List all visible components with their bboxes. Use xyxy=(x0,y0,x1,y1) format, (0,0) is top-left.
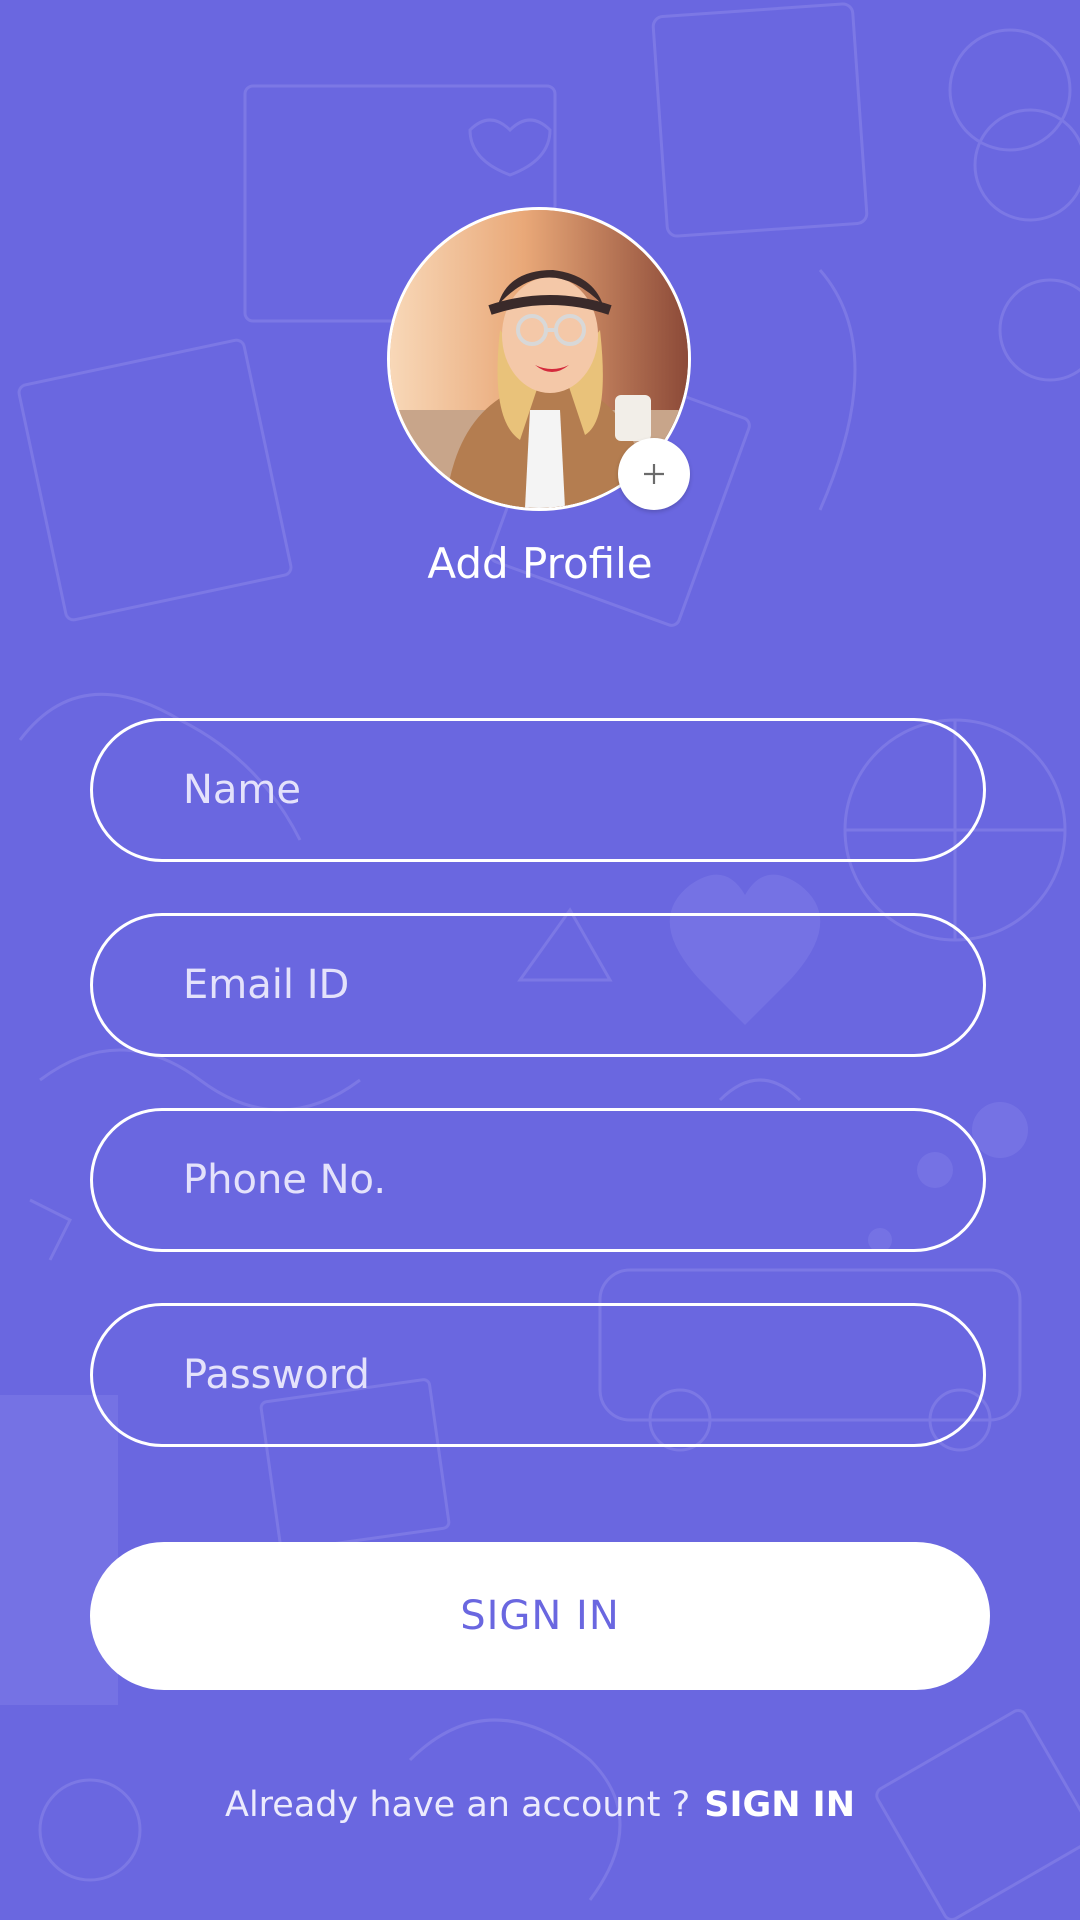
password-input[interactable] xyxy=(181,1351,983,1399)
name-input[interactable] xyxy=(181,766,983,814)
phone-input[interactable] xyxy=(181,1156,983,1204)
plus-icon xyxy=(644,464,664,484)
email-input[interactable] xyxy=(181,961,983,1009)
profile-photo-area xyxy=(387,207,691,511)
footer-prompt-text: Already have an account ? xyxy=(225,1785,691,1825)
phone-field[interactable] xyxy=(90,1108,986,1252)
add-photo-button[interactable] xyxy=(618,438,690,510)
name-field[interactable] xyxy=(90,718,986,862)
sign-in-button[interactable]: SIGN IN xyxy=(90,1542,990,1690)
password-field[interactable] xyxy=(90,1303,986,1447)
footer-signin-prompt: Already have an account ? SIGN IN xyxy=(0,1780,1080,1830)
footer-sign-in-link[interactable]: SIGN IN xyxy=(704,1785,855,1825)
email-field[interactable] xyxy=(90,913,986,1057)
add-profile-label: Add Profile xyxy=(427,539,653,588)
